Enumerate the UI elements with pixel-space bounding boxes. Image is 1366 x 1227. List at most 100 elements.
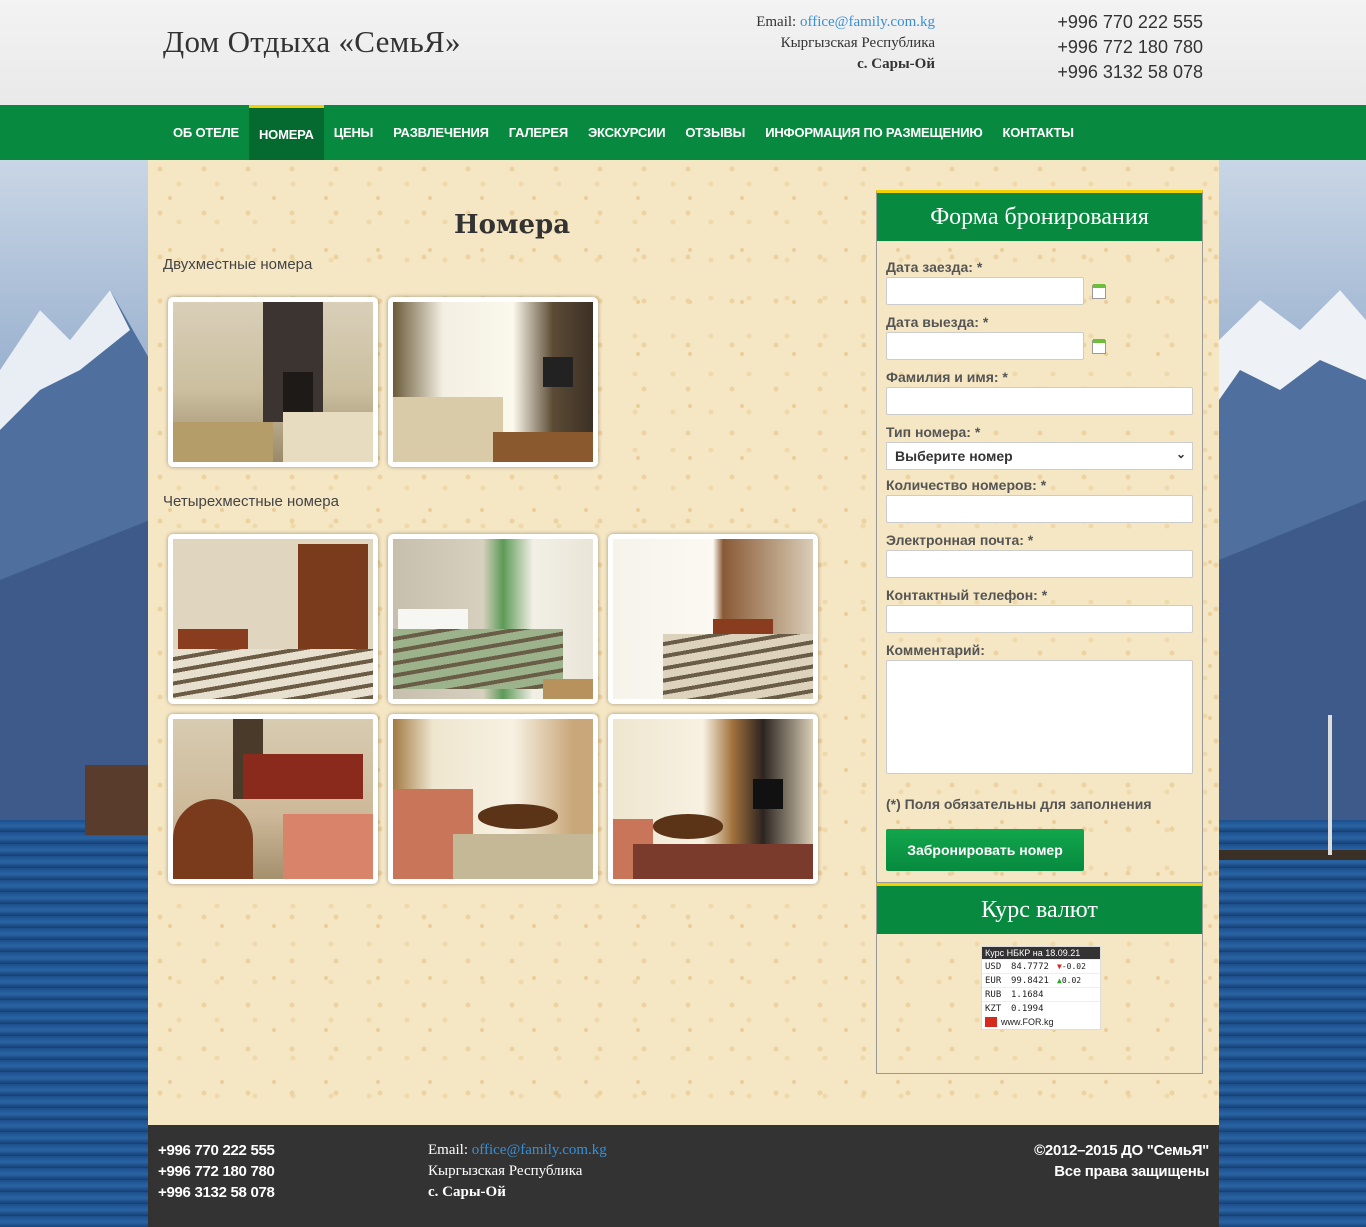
check-out-label: Дата выезда: * — [886, 314, 989, 330]
currency-widget[interactable]: Курс НБКР на 18.09.21 USD 84.7772 ▼ -0.0… — [981, 946, 1101, 1030]
page-title: Номера — [454, 210, 571, 240]
footer-country: Кыргызская Республика — [428, 1163, 583, 1179]
rate-value: 99.8421 — [1011, 975, 1049, 986]
footer-phone-2[interactable]: +996 772 180 780 — [158, 1161, 275, 1182]
footer-phones: +996 770 222 555 +996 772 180 780 +996 3… — [158, 1140, 275, 1203]
room-image — [173, 719, 373, 879]
rooms-count-input[interactable] — [886, 495, 1193, 523]
nav-item-reviews[interactable]: Отзывы — [675, 105, 755, 160]
rate-value: 1.1684 — [1011, 989, 1044, 1000]
chevron-down-icon: ⌄ — [1175, 447, 1186, 461]
footer-phone-1[interactable]: +996 770 222 555 — [158, 1140, 275, 1161]
room-image — [613, 719, 813, 879]
footer-email-label: Email: — [428, 1142, 468, 1158]
site-title[interactable]: Дом Отдыха «СемьЯ» — [163, 24, 461, 60]
footer-copyright: ©2012–2015 ДО "СемьЯ" Все права защищены — [1034, 1140, 1209, 1182]
check-out-input[interactable] — [886, 332, 1084, 360]
room-image — [173, 539, 373, 699]
header-email-link[interactable]: office@family.com.kg — [800, 14, 935, 30]
nav-item-gallery[interactable]: Галерея — [499, 105, 578, 160]
booking-form-title: Форма бронирования — [877, 193, 1202, 241]
check-in-input[interactable] — [886, 277, 1084, 305]
currency-panel: Курс валют Курс НБКР на 18.09.21 USD 84.… — [876, 883, 1203, 1074]
room-photo-quad-1[interactable] — [168, 534, 378, 704]
comment-label: Комментарий: — [886, 642, 985, 658]
header-contact: Email: office@family.com.kg Кыргызская Р… — [756, 12, 935, 75]
site-footer: +996 770 222 555 +996 772 180 780 +996 3… — [148, 1125, 1219, 1227]
rate-code: USD — [985, 961, 1002, 972]
calendar-icon[interactable] — [1092, 284, 1106, 299]
phone-label: Контактный телефон: * — [886, 587, 1048, 603]
nav-item-contacts[interactable]: Контакты — [993, 105, 1084, 160]
rate-row: KZT 0.1994 — [982, 1001, 1100, 1015]
kyrgyz-flag-icon — [985, 1017, 997, 1027]
rooms-count-label: Количество номеров: * — [886, 477, 1047, 493]
email-label: Электронная почта: * — [886, 532, 1034, 548]
header-email-label: Email: — [756, 14, 797, 30]
nav-item-entertainment[interactable]: Развлечения — [383, 105, 499, 160]
room-photo-quad-2[interactable] — [388, 534, 598, 704]
check-in-label: Дата заезда: * — [886, 259, 983, 275]
phone-input[interactable] — [886, 605, 1193, 633]
main-nav: Об отеле Номера Цены Развлечения Галерея… — [0, 105, 1366, 160]
nav-item-excursions[interactable]: Экскурсии — [578, 105, 675, 160]
header-phones: +996 770 222 555 +996 772 180 780 +996 3… — [1057, 10, 1203, 85]
header-phone-1[interactable]: +996 770 222 555 — [1057, 10, 1203, 35]
pier — [1219, 850, 1366, 860]
main-panel: Номера Двухместные номера Четырехместные… — [148, 160, 1219, 1125]
header-country: Кыргызская Республика — [780, 35, 935, 51]
calendar-icon[interactable] — [1092, 339, 1106, 354]
room-photo-double-1[interactable] — [168, 297, 378, 467]
nav-item-rooms[interactable]: Номера — [248, 105, 324, 160]
lamp-post — [1328, 715, 1332, 855]
full-name-input[interactable] — [886, 387, 1193, 415]
required-note: (*) Поля обязательны для заполнения — [886, 796, 1152, 812]
nav-item-about[interactable]: Об отеле — [163, 105, 249, 160]
room-image — [393, 302, 593, 462]
currency-widget-footer[interactable]: www.FOR.kg — [982, 1015, 1100, 1029]
rate-code: KZT — [985, 1003, 1002, 1014]
room-type-label: Тип номера: * — [886, 424, 981, 440]
room-image — [613, 539, 813, 699]
rights-text: Все права защищены — [1054, 1163, 1209, 1180]
room-type-select[interactable]: Выберите номер ⌄ — [886, 442, 1193, 470]
book-room-button[interactable]: Забронировать номер — [886, 829, 1084, 871]
room-type-selected: Выберите номер — [895, 448, 1013, 464]
rate-code: EUR — [985, 975, 1002, 986]
room-photo-quad-3[interactable] — [608, 534, 818, 704]
site-header: Дом Отдыха «СемьЯ» Email: office@family.… — [0, 0, 1366, 105]
quad-rooms-label: Четырехместные номера — [163, 493, 339, 510]
footer-email-line: Email: office@family.com.kg — [428, 1140, 607, 1161]
currency-source-link[interactable]: www.FOR.kg — [1001, 1017, 1054, 1027]
nav-item-prices[interactable]: Цены — [324, 105, 383, 160]
room-photo-quad-6[interactable] — [608, 714, 818, 884]
full-name-label: Фамилия и имя: * — [886, 369, 1008, 385]
comment-textarea[interactable] — [886, 660, 1193, 774]
currency-widget-header: Курс НБКР на 18.09.21 — [982, 947, 1100, 959]
rate-row: RUB 1.1684 — [982, 987, 1100, 1001]
room-photo-quad-5[interactable] — [388, 714, 598, 884]
header-phone-2[interactable]: +996 772 180 780 — [1057, 35, 1203, 60]
rate-value: 84.7772 — [1011, 961, 1049, 972]
nav-item-accommodation-info[interactable]: Информация по размещению — [755, 105, 992, 160]
header-email-line: Email: office@family.com.kg — [756, 12, 935, 33]
double-rooms-label: Двухместные номера — [163, 256, 313, 273]
email-input[interactable] — [886, 550, 1193, 578]
rate-row: EUR 99.8421 ▲ 0.02 — [982, 973, 1100, 987]
footer-village: с. Сары-Ой — [428, 1184, 506, 1200]
booking-form: Форма бронирования Дата заезда: * Дата в… — [876, 190, 1203, 883]
room-image — [393, 539, 593, 699]
header-phone-3[interactable]: +996 3132 58 078 — [1057, 60, 1203, 85]
room-image — [393, 719, 593, 879]
header-village: с. Сары-Ой — [857, 56, 935, 72]
footer-contact: Email: office@family.com.kg Кыргызская Р… — [428, 1140, 607, 1203]
room-photo-quad-4[interactable] — [168, 714, 378, 884]
room-photo-double-2[interactable] — [388, 297, 598, 467]
rate-value: 0.1994 — [1011, 1003, 1044, 1014]
rate-change: 0.02 — [1061, 976, 1082, 985]
footer-phone-3[interactable]: +996 3132 58 078 — [158, 1182, 275, 1203]
rate-code: RUB — [985, 989, 1002, 1000]
rate-change: -0.02 — [1061, 962, 1086, 971]
footer-email-link[interactable]: office@family.com.kg — [472, 1142, 607, 1158]
boat — [85, 765, 148, 835]
